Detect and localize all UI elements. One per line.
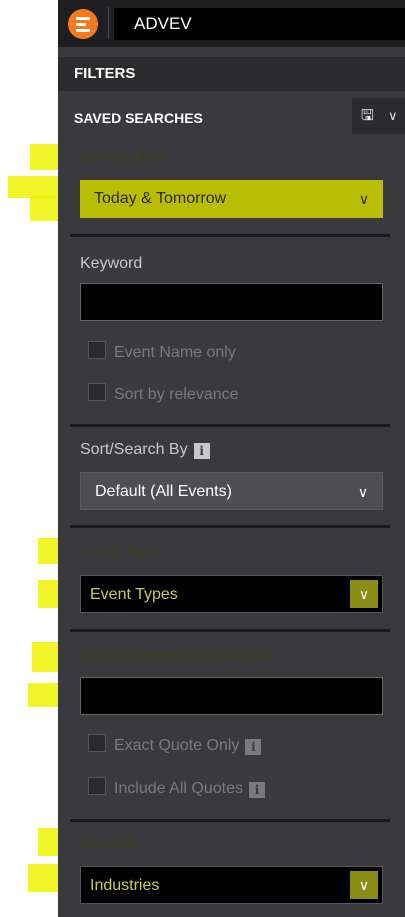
sort-by-relevance-checkbox[interactable]: Sort by relevance (88, 383, 239, 405)
events-date-select[interactable]: Today & Tomorrow ∨ (80, 180, 383, 218)
highlight-mark (8, 176, 58, 198)
checkbox-box (88, 734, 106, 752)
info-icon[interactable]: i (248, 782, 265, 798)
checkbox-box (88, 777, 106, 795)
event-type-select[interactable]: Event Types ∨ (80, 575, 383, 613)
sort-search-value: Default (All Events) (95, 483, 232, 500)
save-icon: 🖫 (361, 107, 374, 124)
exact-quote-only-checkbox[interactable]: Exact Quote Only i (88, 734, 262, 756)
filters-header: FILTERS (58, 57, 405, 91)
chevron-down-icon: ∨ (358, 191, 370, 207)
chevron-down-icon: ∨ (350, 871, 378, 899)
divider (70, 819, 390, 822)
chevron-down-icon: ∨ (350, 580, 378, 608)
divider (70, 525, 390, 528)
ric-input[interactable] (80, 677, 383, 715)
include-all-quotes-checkbox[interactable]: Include All Quotes i (88, 777, 265, 799)
industry-select[interactable]: Industries ∨ (80, 866, 383, 904)
checkbox-box (88, 341, 106, 359)
divider (70, 234, 390, 237)
app-logo-icon[interactable] (68, 9, 98, 39)
industry-label: Industry (80, 836, 137, 853)
event-name-only-checkbox[interactable]: Event Name only (88, 341, 236, 363)
exact-quote-only-label: Exact Quote Only (114, 737, 240, 754)
info-icon[interactable]: i (193, 443, 210, 459)
sort-search-text: Sort/Search By (80, 441, 188, 458)
app-tab[interactable]: ADVEV (114, 8, 405, 40)
industry-value: Industries (90, 877, 160, 894)
filters-panel: ADVEV FILTERS SAVED SEARCHES 🖫 ∨ Events … (58, 0, 405, 917)
events-date-value: Today & Tomorrow (94, 190, 227, 207)
chevron-down-icon: ∨ (388, 108, 398, 123)
sort-by-relevance-label: Sort by relevance (114, 386, 239, 403)
divider (108, 7, 109, 39)
include-all-quotes-label: Include All Quotes (114, 780, 243, 797)
save-search-button[interactable]: 🖫 ∨ (352, 98, 405, 134)
event-name-only-label: Event Name only (114, 344, 236, 361)
divider (70, 629, 390, 632)
checkbox-box (88, 383, 106, 401)
event-type-value: Event Types (90, 586, 178, 603)
events-date-label: Events Date (80, 149, 168, 166)
sort-search-label: Sort/Search By i (80, 441, 210, 459)
keyword-input[interactable] (80, 283, 383, 321)
ric-label: RIC/Company/Portfolio/List (80, 647, 273, 664)
divider (70, 424, 390, 427)
event-type-label: Event Type (80, 544, 160, 561)
keyword-label: Keyword (80, 255, 143, 272)
sort-search-select[interactable]: Default (All Events) ∨ (80, 472, 383, 510)
top-bar: ADVEV (58, 0, 405, 47)
chevron-down-icon: ∨ (357, 484, 369, 500)
info-icon[interactable]: i (245, 739, 262, 755)
